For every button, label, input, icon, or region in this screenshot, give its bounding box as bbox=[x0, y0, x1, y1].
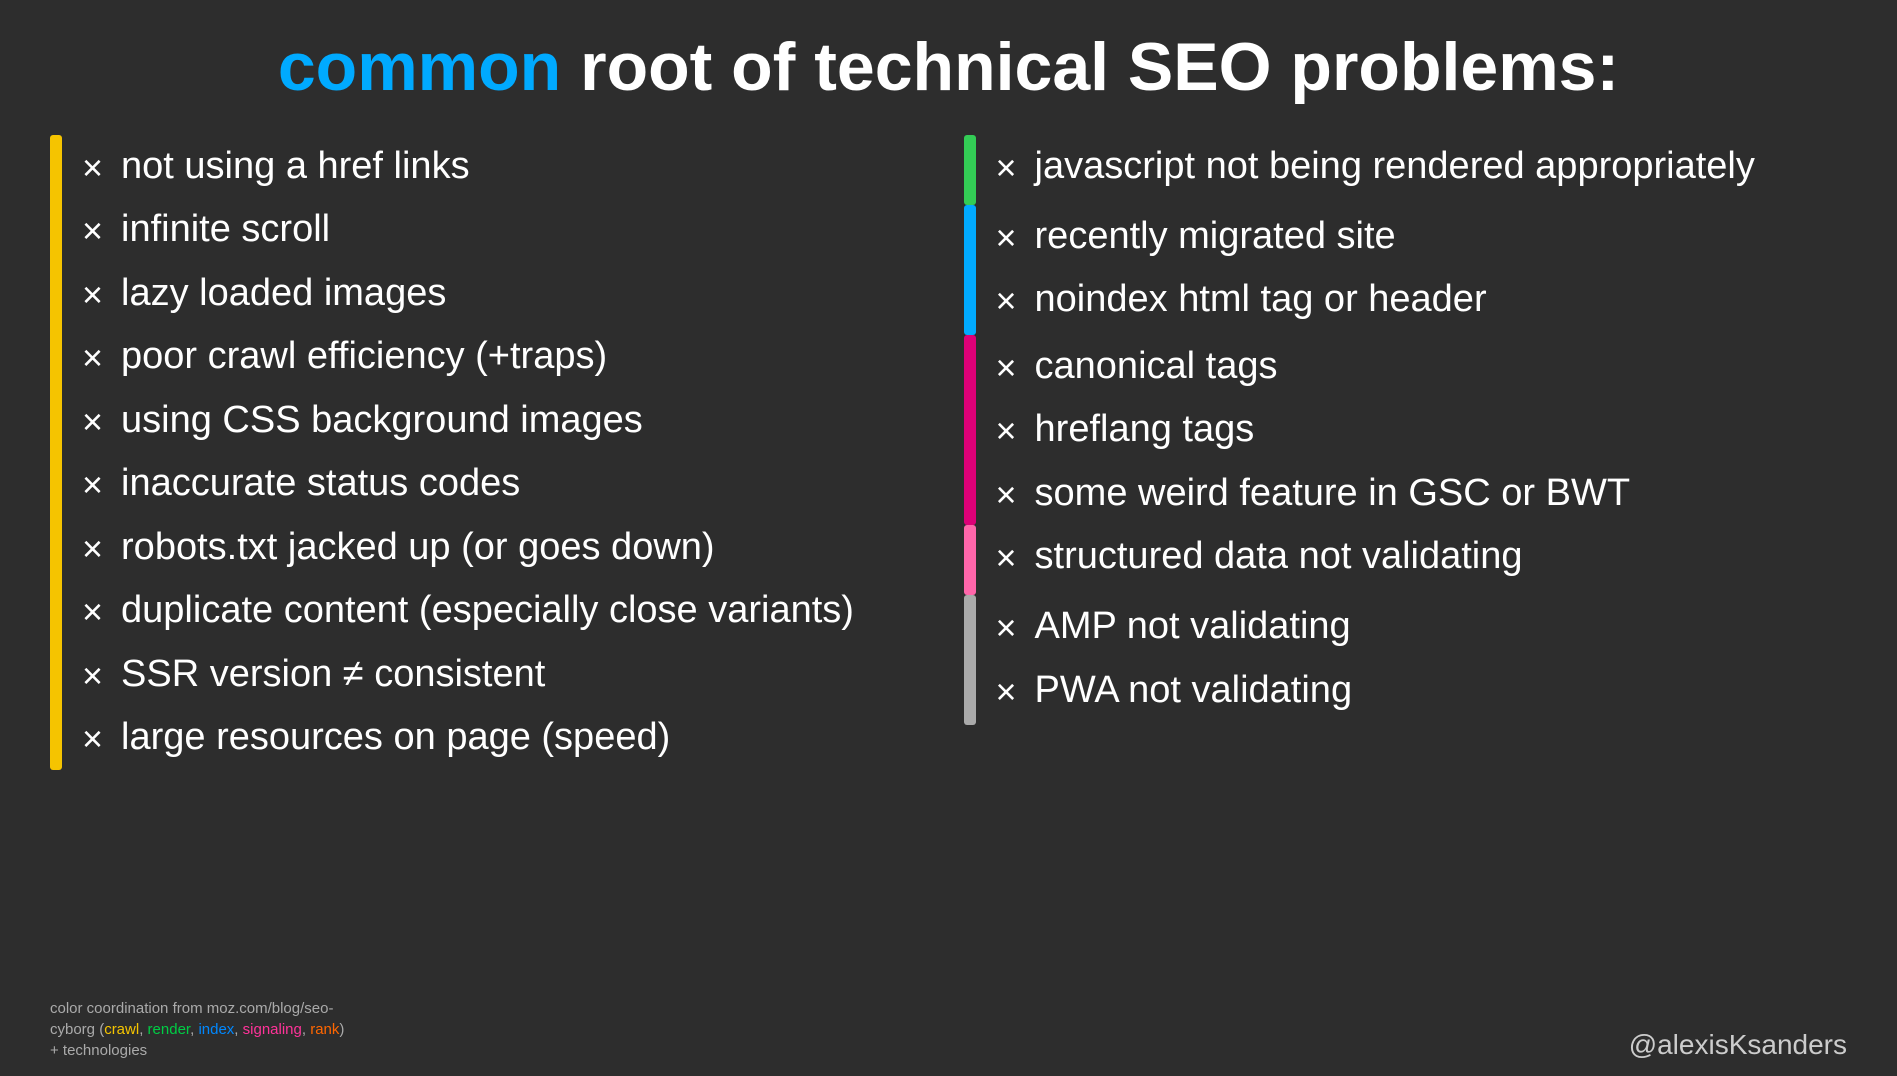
footer-line3: + technologies bbox=[50, 1042, 147, 1059]
left-item-text: using CSS background images bbox=[121, 397, 643, 445]
footer: color coordination from moz.com/blog/seo… bbox=[50, 998, 1847, 1061]
right-item-text: AMP not validating bbox=[1035, 603, 1351, 651]
left-item-text: duplicate content (especially close vari… bbox=[121, 587, 854, 635]
footer-handle: @alexisKsanders bbox=[1629, 1029, 1847, 1061]
color-bar bbox=[964, 135, 976, 205]
left-column: × not using a href links × infinite scro… bbox=[50, 135, 934, 770]
right-list-item: × AMP not validating bbox=[996, 595, 1353, 659]
left-list-item: × not using a href links bbox=[82, 135, 934, 199]
left-item-text: poor crawl efficiency (+traps) bbox=[121, 333, 607, 381]
x-mark: × bbox=[996, 278, 1017, 323]
footer-attribution: color coordination from moz.com/blog/seo… bbox=[50, 998, 344, 1061]
left-items: × not using a href links × infinite scro… bbox=[82, 135, 934, 770]
right-item-text: PWA not validating bbox=[1035, 667, 1353, 715]
color-bar bbox=[964, 335, 976, 526]
right-item-text: structured data not validating bbox=[1035, 533, 1523, 581]
x-mark: × bbox=[82, 716, 103, 761]
title-suffix: root of technical SEO problems: bbox=[561, 29, 1619, 105]
x-mark: × bbox=[996, 669, 1017, 714]
right-items-group: × recently migrated site × noindex html … bbox=[996, 205, 1487, 335]
right-item-text: some weird feature in GSC or BWT bbox=[1035, 470, 1631, 518]
right-item-text: canonical tags bbox=[1035, 343, 1278, 391]
title-highlight: common bbox=[278, 29, 561, 105]
right-list-item: × recently migrated site bbox=[996, 205, 1487, 269]
right-group: × canonical tags × hreflang tags × some … bbox=[964, 335, 1848, 526]
right-list-item: × canonical tags bbox=[996, 335, 1631, 399]
yellow-bar bbox=[50, 135, 62, 770]
x-mark: × bbox=[996, 215, 1017, 260]
x-mark: × bbox=[82, 335, 103, 380]
right-group: × javascript not being rendered appropri… bbox=[964, 135, 1848, 205]
right-items-group: × canonical tags × hreflang tags × some … bbox=[996, 335, 1631, 526]
right-list-item: × javascript not being rendered appropri… bbox=[996, 135, 1755, 199]
footer-line2-prefix: cyborg ( bbox=[50, 1021, 104, 1038]
right-list-item: × PWA not validating bbox=[996, 659, 1353, 723]
left-list-item: × poor crawl efficiency (+traps) bbox=[82, 325, 934, 389]
left-list-item: × inaccurate status codes bbox=[82, 452, 934, 516]
left-item-text: not using a href links bbox=[121, 143, 470, 191]
left-item-text: robots.txt jacked up (or goes down) bbox=[121, 524, 715, 572]
x-mark: × bbox=[82, 272, 103, 317]
right-list-item: × some weird feature in GSC or BWT bbox=[996, 462, 1631, 526]
left-list-item: × robots.txt jacked up (or goes down) bbox=[82, 516, 934, 580]
x-mark: × bbox=[82, 526, 103, 571]
x-mark: × bbox=[82, 399, 103, 444]
right-group: × AMP not validating × PWA not validatin… bbox=[964, 595, 1848, 725]
x-mark: × bbox=[996, 472, 1017, 517]
left-list-item: × infinite scroll bbox=[82, 198, 934, 262]
color-bar bbox=[964, 595, 976, 725]
x-mark: × bbox=[996, 408, 1017, 453]
right-item-text: javascript not being rendered appropriat… bbox=[1035, 143, 1755, 191]
right-item-text: recently migrated site bbox=[1035, 213, 1396, 261]
left-item-text: large resources on page (speed) bbox=[121, 714, 670, 762]
left-item-text: lazy loaded images bbox=[121, 270, 446, 318]
footer-line1: color coordination from moz.com/blog/seo… bbox=[50, 1000, 333, 1017]
x-mark: × bbox=[82, 653, 103, 698]
right-list-item: × hreflang tags bbox=[996, 398, 1631, 462]
right-items-group: × structured data not validating bbox=[996, 525, 1523, 595]
left-list-item: × using CSS background images bbox=[82, 389, 934, 453]
x-mark: × bbox=[996, 345, 1017, 390]
x-mark: × bbox=[82, 462, 103, 507]
x-mark: × bbox=[82, 589, 103, 634]
left-list-item: × duplicate content (especially close va… bbox=[82, 579, 934, 643]
left-item-text: SSR version ≠ consistent bbox=[121, 651, 545, 699]
right-items-group: × AMP not validating × PWA not validatin… bbox=[996, 595, 1353, 725]
color-bar bbox=[964, 525, 976, 595]
color-bar bbox=[964, 205, 976, 335]
right-group: × structured data not validating bbox=[964, 525, 1848, 595]
x-mark: × bbox=[82, 208, 103, 253]
right-list-item: × noindex html tag or header bbox=[996, 268, 1487, 332]
left-item-text: infinite scroll bbox=[121, 206, 330, 254]
right-item-text: hreflang tags bbox=[1035, 406, 1255, 454]
right-items-group: × javascript not being rendered appropri… bbox=[996, 135, 1755, 205]
right-group: × recently migrated site × noindex html … bbox=[964, 205, 1848, 335]
page-container: common root of technical SEO problems: ×… bbox=[0, 0, 1897, 1076]
x-mark: × bbox=[82, 145, 103, 190]
x-mark: × bbox=[996, 605, 1017, 650]
left-item-text: inaccurate status codes bbox=[121, 460, 520, 508]
left-list-item: × SSR version ≠ consistent bbox=[82, 643, 934, 707]
right-item-text: noindex html tag or header bbox=[1035, 276, 1487, 324]
page-title: common root of technical SEO problems: bbox=[50, 30, 1847, 105]
x-mark: × bbox=[996, 145, 1017, 190]
right-column: × javascript not being rendered appropri… bbox=[934, 135, 1848, 770]
x-mark: × bbox=[996, 535, 1017, 580]
right-list-item: × structured data not validating bbox=[996, 525, 1523, 589]
left-list-item: × lazy loaded images bbox=[82, 262, 934, 326]
left-list-item: × large resources on page (speed) bbox=[82, 706, 934, 770]
content-area: × not using a href links × infinite scro… bbox=[50, 135, 1847, 770]
